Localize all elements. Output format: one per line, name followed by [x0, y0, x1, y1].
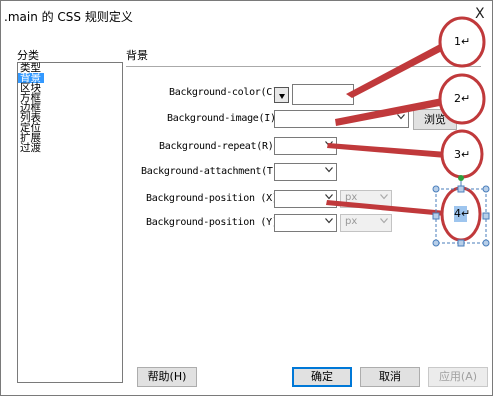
resize-handle-tr[interactable] [482, 185, 490, 193]
callout-2-label: 2↵ [454, 92, 471, 105]
resize-handle-b[interactable] [457, 239, 465, 247]
resize-handle-bl[interactable] [432, 239, 440, 247]
resize-handle-l[interactable] [432, 212, 440, 220]
rotate-handle[interactable] [458, 175, 464, 181]
callout-1-label: 1↵ [454, 35, 471, 48]
callout-4-pointer [326, 200, 446, 216]
callout-1-pointer [346, 44, 444, 98]
callout-4-label: 4↵ [454, 207, 471, 220]
callout-3-pointer [327, 143, 447, 158]
callout-2-pointer [335, 98, 445, 126]
annotation-overlay [326, 16, 490, 247]
resize-handle-tl[interactable] [432, 185, 440, 193]
resize-handle-t[interactable] [457, 185, 465, 193]
resize-handle-r[interactable] [482, 212, 490, 220]
resize-handle-br[interactable] [482, 239, 490, 247]
callout-3-label: 3↵ [454, 148, 471, 161]
